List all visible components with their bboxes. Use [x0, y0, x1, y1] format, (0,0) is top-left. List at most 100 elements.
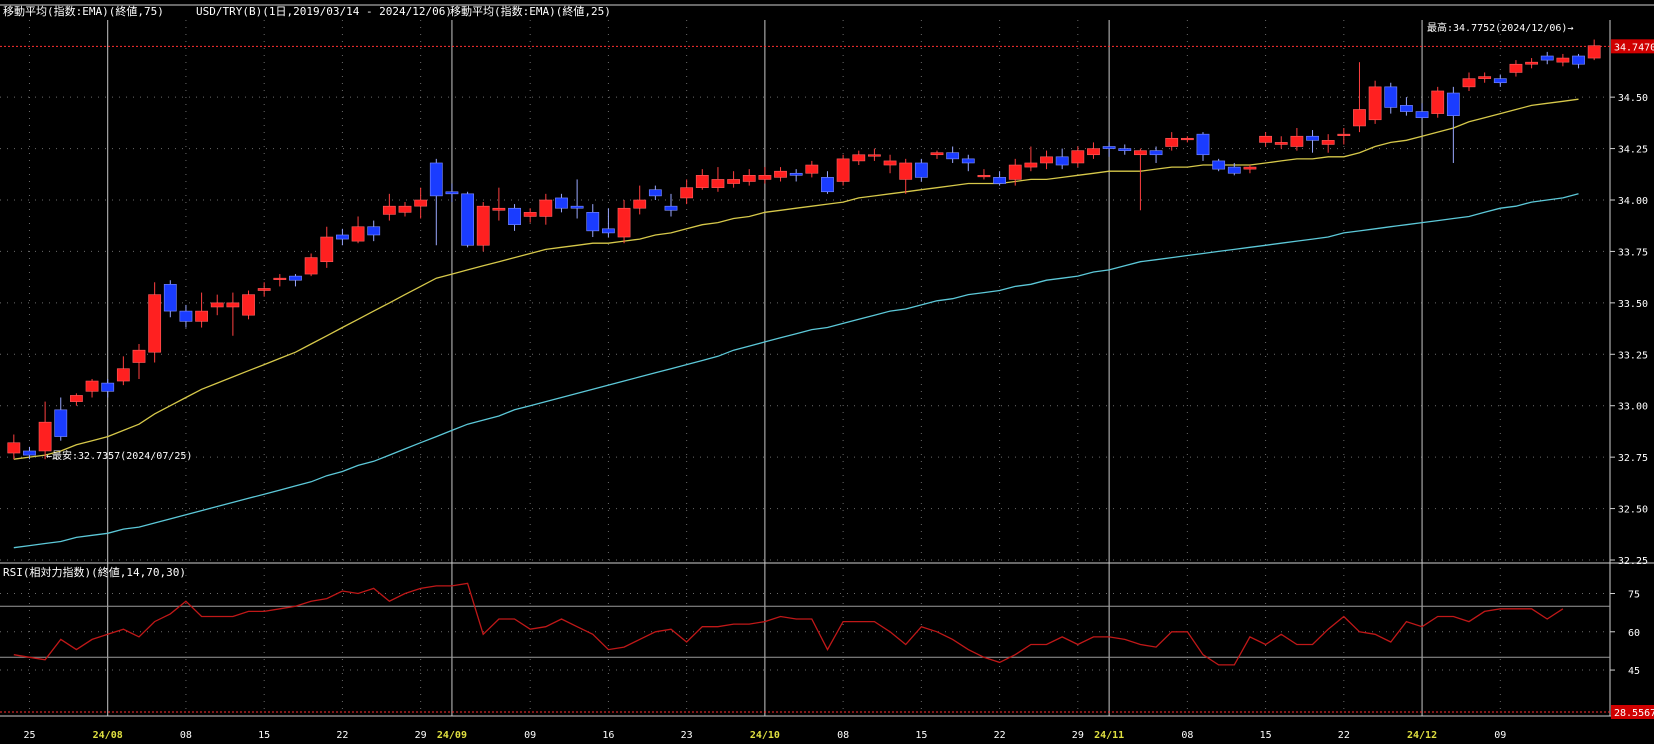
- candle-body: [398, 205, 412, 213]
- date-label: 29: [1072, 730, 1084, 741]
- candle-body: [868, 154, 881, 157]
- symbol-legend: USD/TRY(B)(1日,2019/03/14 - 2024/12/06): [196, 5, 452, 18]
- price-tick-label: 34.00: [1618, 196, 1648, 207]
- date-label: 08: [837, 730, 849, 741]
- candle-body: [1446, 92, 1460, 116]
- candle-body: [445, 191, 459, 195]
- candle-body: [961, 158, 975, 164]
- price-tick-label: 32.75: [1618, 453, 1648, 464]
- candle-body: [805, 164, 819, 174]
- high-annotation: 最高:34.7752(2024/12/06)→: [1427, 21, 1573, 34]
- candle-body: [257, 288, 271, 291]
- candle-body: [1384, 86, 1398, 108]
- date-label: 09: [524, 730, 536, 741]
- rsi-legend: RSI(相対力指数)(終値,14,70,30): [3, 565, 186, 579]
- candle-body: [1227, 166, 1241, 174]
- candle-body: [289, 275, 302, 281]
- candle: [242, 290, 255, 320]
- ema75-legend: 移動平均(指数:EMA)(終値,75): [3, 4, 164, 18]
- candle-body: [930, 152, 944, 156]
- candle-body: [836, 158, 850, 182]
- candle-body: [977, 175, 991, 178]
- candle-body: [1431, 90, 1445, 114]
- candle: [836, 154, 850, 186]
- candle-body: [382, 205, 396, 215]
- candle-body: [23, 450, 36, 456]
- candle-body: [1290, 135, 1304, 147]
- candle-body: [242, 294, 255, 316]
- candle-body: [1353, 109, 1366, 127]
- candle-body: [461, 193, 474, 246]
- date-label: 25: [23, 730, 35, 741]
- date-label: 15: [258, 730, 270, 741]
- date-label: 23: [681, 730, 693, 741]
- candle-body: [1415, 111, 1429, 119]
- candle-body: [70, 395, 83, 402]
- candle-body: [1556, 57, 1570, 63]
- candle-body: [899, 162, 913, 180]
- candle-body: [523, 212, 537, 217]
- price-tick-label: 33.25: [1618, 350, 1648, 361]
- date-label: 08: [180, 730, 192, 741]
- candle-body: [226, 302, 240, 308]
- candle-body: [852, 154, 866, 162]
- date-label: 24/12: [1407, 730, 1437, 741]
- candle-body: [914, 162, 928, 178]
- candle-body: [1400, 105, 1413, 112]
- candle: [461, 191, 474, 248]
- candle-body: [1478, 76, 1492, 79]
- candle-body: [1243, 166, 1257, 170]
- candle-body: [555, 197, 568, 209]
- candle-body: [116, 368, 130, 382]
- candle-body: [774, 170, 787, 178]
- candle-body: [414, 199, 428, 207]
- price-tick-label: 33.50: [1618, 299, 1648, 310]
- chart-canvas: 34.50 34.25 34.00 33.75 33.50 33.25 33.00 32.75…: [0, 0, 1654, 744]
- rsi-tick-label: 60: [1628, 628, 1640, 639]
- candle-body: [336, 234, 349, 240]
- date-label: 08: [1181, 730, 1193, 741]
- last-price-label: 34.7470: [1614, 42, 1654, 53]
- price-tick-label: 33.75: [1618, 247, 1648, 258]
- candle-body: [993, 177, 1006, 184]
- price-tick-label: 34.50: [1618, 93, 1648, 104]
- candle-body: [1165, 137, 1179, 147]
- date-label: 29: [415, 730, 427, 741]
- candle-body: [539, 199, 553, 217]
- price-tick-label: 34.25: [1618, 145, 1648, 156]
- candle-body: [1540, 55, 1554, 61]
- candle-body: [273, 277, 287, 280]
- candle-body: [742, 175, 756, 182]
- date-label: 15: [1260, 730, 1272, 741]
- candle-body: [648, 189, 662, 197]
- candle-body: [758, 175, 772, 180]
- candle-body: [54, 409, 68, 437]
- candle-body: [38, 421, 52, 452]
- ema25-legend: 移動平均(指数:EMA)(終値,25): [450, 4, 611, 18]
- candle-body: [1212, 160, 1226, 170]
- candle-body: [101, 382, 115, 392]
- candle-body: [367, 226, 381, 236]
- candle-body: [946, 152, 960, 160]
- rsi-tick-label: 75: [1628, 590, 1640, 601]
- date-label: 24/08: [93, 730, 123, 741]
- candle-body: [1259, 135, 1272, 143]
- candle-body: [85, 380, 99, 392]
- candle-body: [1368, 86, 1382, 121]
- candle-body: [1587, 45, 1601, 59]
- candle-body: [633, 199, 647, 209]
- candle-body: [1134, 150, 1147, 156]
- candle-body: [883, 160, 897, 166]
- date-label: 22: [336, 730, 348, 741]
- candle-body: [508, 207, 521, 225]
- candle-body: [1118, 148, 1132, 151]
- candle-body: [304, 257, 318, 275]
- candle-body: [1274, 142, 1288, 145]
- candle-body: [586, 212, 600, 232]
- candle-body: [1024, 162, 1038, 168]
- candle-body: [821, 177, 834, 193]
- candle-body: [664, 205, 678, 211]
- candle-body: [179, 310, 193, 322]
- date-label: 22: [1338, 730, 1350, 741]
- candle-body: [1306, 135, 1319, 141]
